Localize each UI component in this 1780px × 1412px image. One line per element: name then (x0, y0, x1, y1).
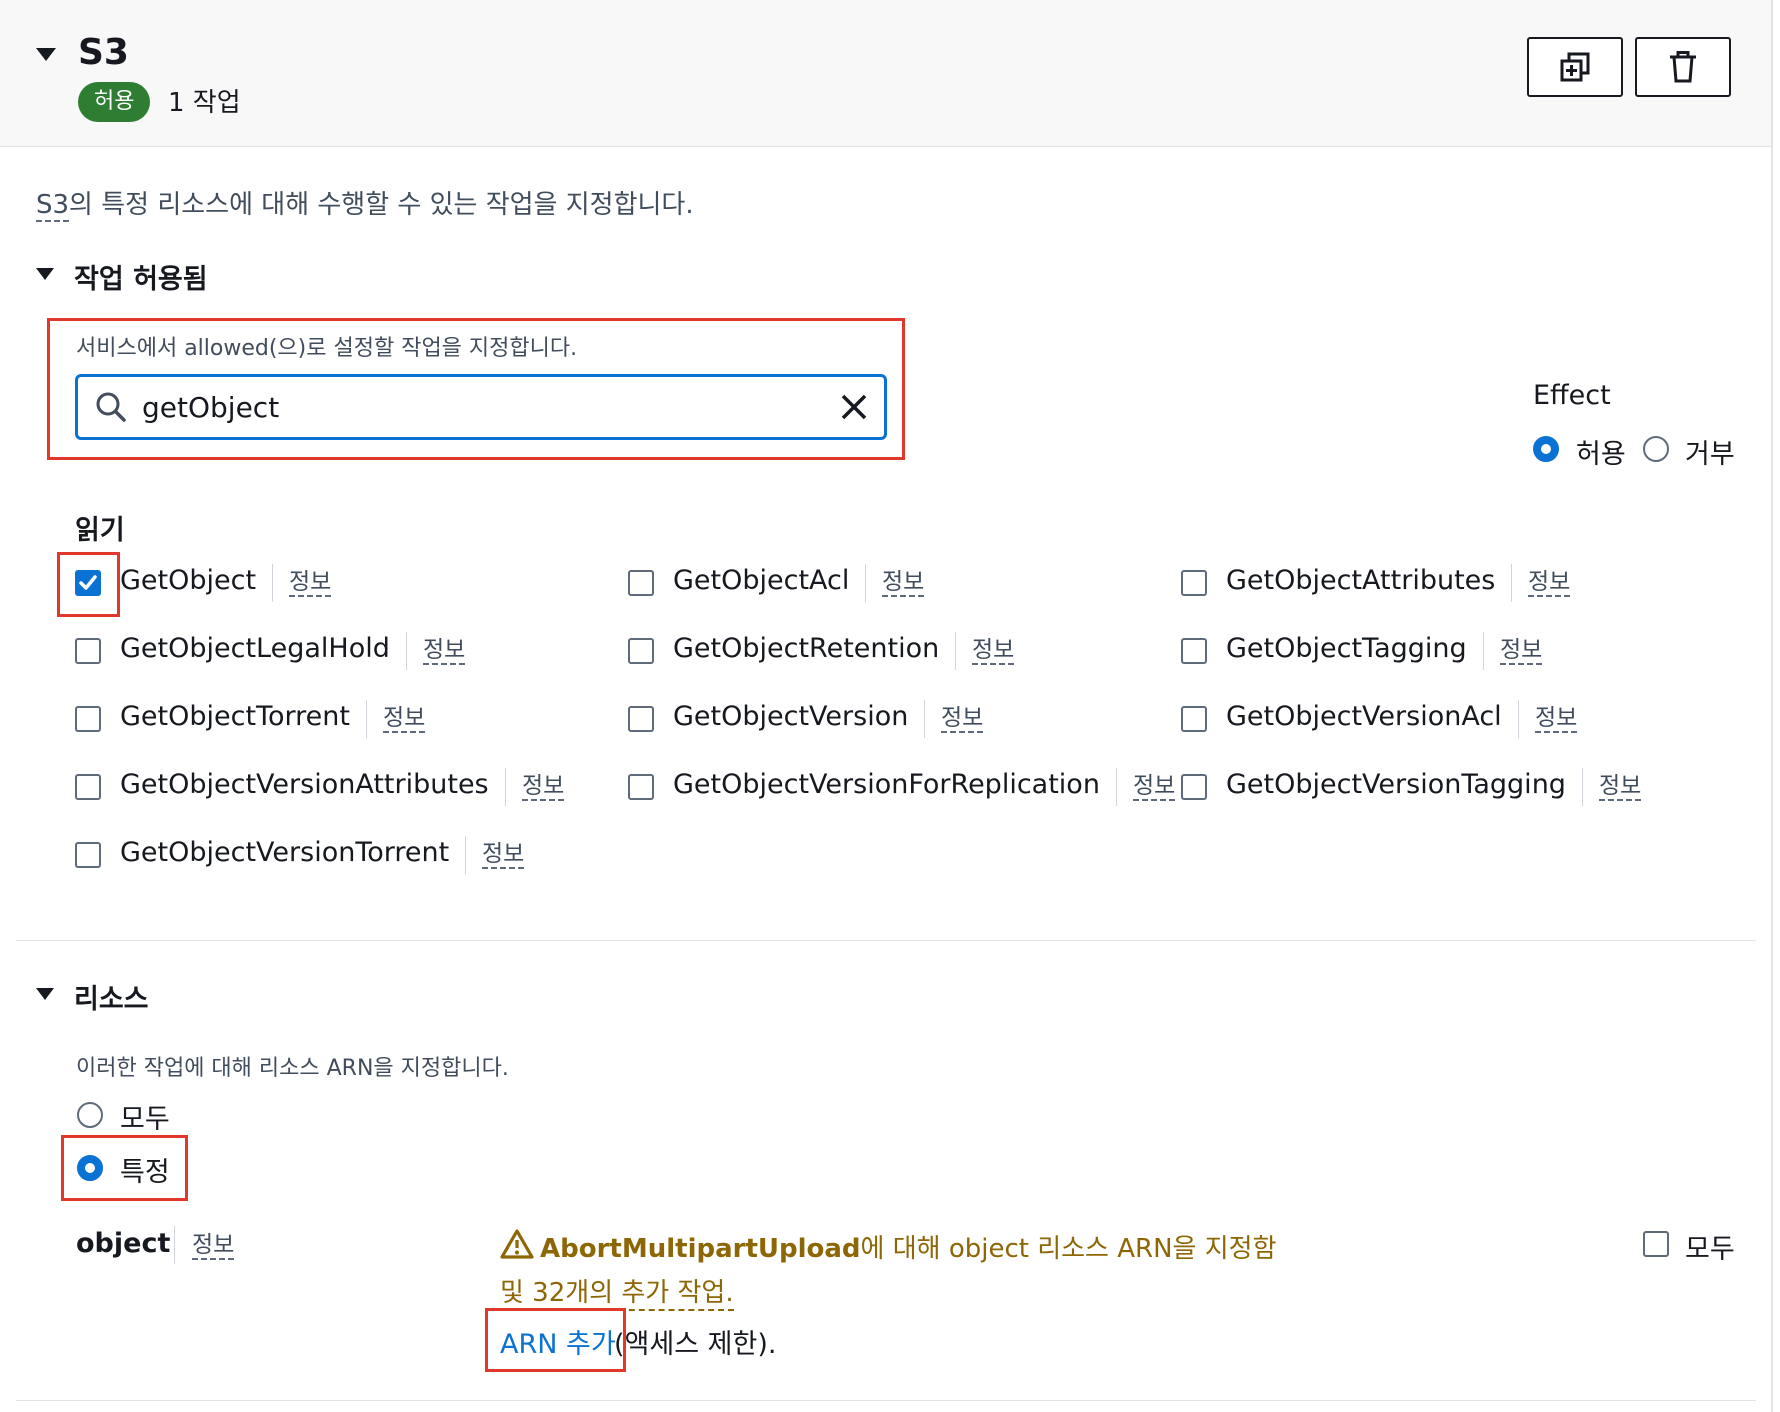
action-label: GetObjectVersion (673, 701, 909, 732)
search-hint: 서비스에서 allowed(으)로 설정할 작업을 지정합니다. (76, 336, 578, 361)
separator (406, 632, 407, 670)
separator (1483, 632, 1484, 670)
arn-warning: AbortMultipartUpload에 대해 object 리소스 ARN을… (540, 1234, 1277, 1264)
effect-allow-label: 허용 (1576, 439, 1626, 470)
action-label: GetObjectVersionAttributes (120, 769, 489, 800)
effect-label: Effect (1533, 380, 1611, 411)
resources-description: 이러한 작업에 대해 리소스 ARN을 지정합니다. (76, 1056, 509, 1081)
object-info-link[interactable]: 정보 (192, 1232, 235, 1260)
additional-actions-link[interactable]: 및 32개의 추가 작업. (500, 1272, 734, 1311)
action-checkbox[interactable] (75, 638, 101, 664)
action-label: GetObjectAcl (673, 565, 850, 596)
action-info-link[interactable]: 정보 (383, 705, 426, 733)
effect-badge: 허용 (78, 82, 151, 122)
separator (272, 564, 273, 602)
action-search-input[interactable]: getObject (75, 374, 887, 440)
duplicate-icon (1560, 52, 1590, 82)
action-label: GetObjectRetention (673, 633, 940, 664)
duplicate-button[interactable] (1527, 37, 1623, 97)
add-arn-suffix: (액세스 제한). (614, 1329, 777, 1360)
action-info-link[interactable]: 정보 (423, 637, 466, 665)
separator (955, 632, 956, 670)
collapse-service-icon[interactable] (36, 48, 56, 61)
action-checkbox[interactable] (628, 570, 654, 596)
separator (505, 768, 506, 806)
panel-border (1771, 0, 1773, 1412)
clear-search-icon[interactable] (840, 393, 868, 421)
search-icon (96, 392, 126, 422)
action-label: GetObjectTagging (1226, 633, 1467, 664)
service-header (0, 0, 1771, 147)
separator (366, 700, 367, 738)
highlight-specific (61, 1135, 188, 1201)
action-info-link[interactable]: 정보 (972, 637, 1015, 665)
action-info-link[interactable]: 정보 (882, 569, 925, 597)
highlight-add-arn (485, 1308, 626, 1372)
separator (1582, 768, 1583, 806)
action-info-link[interactable]: 정보 (1535, 705, 1578, 733)
action-label: GetObjectLegalHold (120, 633, 390, 664)
resource-type-label: object (76, 1228, 171, 1259)
resource-all-radio[interactable] (77, 1102, 103, 1128)
action-info-link[interactable]: 정보 (1528, 569, 1571, 597)
action-checkbox[interactable] (628, 638, 654, 664)
action-checkbox[interactable] (1181, 638, 1207, 664)
trash-icon (1670, 51, 1696, 83)
resource-all-label: 모두 (120, 1104, 170, 1135)
action-label: GetObjectVersionForReplication (673, 769, 1100, 800)
section-divider (16, 940, 1756, 941)
action-checkbox[interactable] (1181, 570, 1207, 596)
action-label: GetObjectAttributes (1226, 565, 1496, 596)
action-info-link[interactable]: 정보 (289, 569, 332, 597)
action-checkbox[interactable] (628, 774, 654, 800)
action-checkbox[interactable] (75, 842, 101, 868)
action-checkbox[interactable] (75, 774, 101, 800)
action-label: GetObject (120, 565, 257, 596)
service-description: S3의 특정 리소스에 대해 수행할 수 있는 작업을 지정합니다. (36, 190, 694, 222)
action-checkbox[interactable] (628, 706, 654, 732)
search-value: getObject (142, 391, 280, 424)
delete-button[interactable] (1635, 37, 1731, 97)
action-label: GetObjectTorrent (120, 701, 350, 732)
separator (1511, 564, 1512, 602)
actions-section-title: 작업 허용됨 (74, 264, 208, 295)
action-info-link[interactable]: 정보 (1599, 773, 1642, 801)
separator (174, 1226, 175, 1264)
action-label: GetObjectVersionTagging (1226, 769, 1566, 800)
resource-any-checkbox[interactable] (1643, 1231, 1669, 1257)
action-info-link[interactable]: 정보 (1500, 637, 1543, 665)
action-info-link[interactable]: 정보 (1133, 773, 1176, 801)
service-name-link[interactable]: S3 (36, 190, 70, 222)
action-info-link[interactable]: 정보 (482, 841, 525, 869)
action-checkbox[interactable] (1181, 706, 1207, 732)
separator (865, 564, 866, 602)
separator (924, 700, 925, 738)
resource-any-label: 모두 (1685, 1234, 1735, 1265)
highlight-getobject (57, 552, 120, 617)
collapse-actions-icon[interactable] (36, 268, 54, 280)
service-title: S3 (78, 32, 129, 73)
action-label: GetObjectVersionTorrent (120, 837, 450, 868)
separator (465, 836, 466, 874)
collapse-resources-icon[interactable] (36, 988, 54, 1000)
action-checkbox[interactable] (75, 706, 101, 732)
resources-section-title: 리소스 (74, 984, 149, 1015)
separator (1518, 700, 1519, 738)
separator (1116, 768, 1117, 806)
effect-deny-label: 거부 (1685, 439, 1735, 470)
read-group-title: 읽기 (75, 515, 125, 546)
action-label: GetObjectVersionAcl (1226, 701, 1502, 732)
warning-icon (500, 1229, 534, 1259)
action-checkbox[interactable] (1181, 774, 1207, 800)
effect-deny-radio[interactable] (1643, 436, 1669, 462)
effect-allow-radio[interactable] (1533, 436, 1559, 462)
action-count: 1 작업 (168, 88, 241, 118)
action-info-link[interactable]: 정보 (941, 705, 984, 733)
section-divider-bottom (16, 1400, 1756, 1401)
action-info-link[interactable]: 정보 (522, 773, 565, 801)
